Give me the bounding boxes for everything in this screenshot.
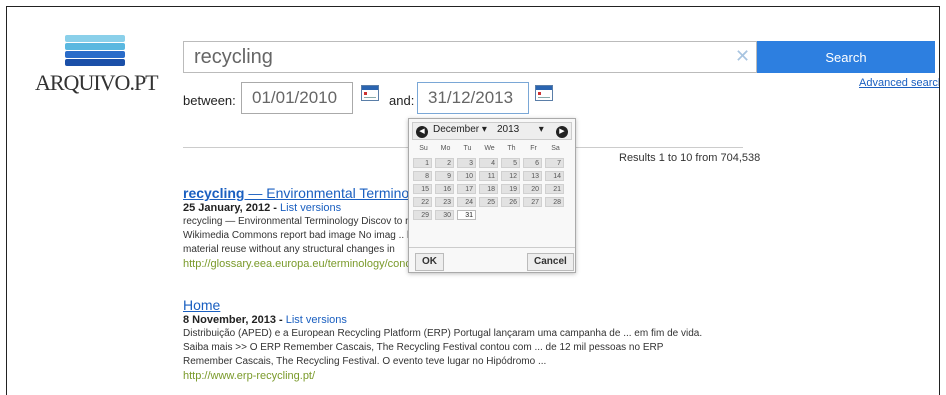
month-select[interactable]: December ▾ (433, 124, 487, 138)
calendar-day[interactable]: 31 (457, 210, 476, 220)
day-of-week-label: Tu (463, 145, 472, 152)
calendar-day: 23 (435, 197, 454, 207)
day-of-week-label: Sa (551, 145, 560, 152)
search-button[interactable]: Search (757, 41, 935, 73)
day-of-week-label: Th (507, 145, 516, 152)
prev-month-icon[interactable]: ◀ (416, 126, 428, 138)
calendar-day: 17 (457, 184, 476, 194)
calendar-day: 20 (523, 184, 542, 194)
calendar-day: 12 (501, 171, 520, 181)
calendar-day: 3 (457, 158, 476, 168)
results-count: Results 1 to 10 from 704,538 (619, 152, 761, 164)
calendar-icon[interactable] (535, 85, 553, 101)
calendar-day: 16 (435, 184, 454, 194)
calendar-day: 15 (413, 184, 432, 194)
calendar-icon[interactable] (361, 85, 379, 101)
page-frame: ARQUIVO.PT recycling ✕ Search Advanced s… (6, 6, 940, 395)
arquivo-logo[interactable]: ARQUIVO.PT (35, 35, 159, 96)
calendar-day: 25 (479, 197, 498, 207)
logo-layer (65, 43, 125, 50)
to-date-input[interactable]: 31/12/2013 (417, 82, 529, 114)
and-label: and: (389, 93, 415, 108)
calendar-day: 11 (479, 171, 498, 181)
advanced-search-link[interactable]: Advanced search (859, 77, 939, 89)
result-title-link[interactable]: Home (183, 297, 763, 313)
calendar-day: 9 (435, 171, 454, 181)
year-select[interactable]: 2013 ▾ (497, 124, 544, 138)
date-picker-footer: OK Cancel (409, 247, 575, 273)
close-icon[interactable]: ✕ (735, 46, 750, 67)
calendar-day: 22 (413, 197, 432, 207)
calendar-day: 21 (545, 184, 564, 194)
calendar-day: 13 (523, 171, 542, 181)
between-label: between: (183, 93, 236, 108)
date-picker-header: ◀ December ▾ 2013 ▾ ▶ (412, 122, 572, 140)
ok-button[interactable]: OK (415, 253, 444, 271)
calendar-day: 14 (545, 171, 564, 181)
day-of-week-label: We (484, 145, 495, 152)
logo-layer (65, 35, 125, 42)
result-date: 8 November, 2013 - List versions (183, 314, 347, 326)
result-url[interactable]: http://www.erp-recycling.pt/ (183, 370, 763, 382)
list-versions-link[interactable]: List versions (280, 202, 341, 214)
calendar-day: 4 (479, 158, 498, 168)
calendar-day: 18 (479, 184, 498, 194)
calendar-day: 30 (435, 210, 454, 220)
calendar-day: 28 (545, 197, 564, 207)
list-versions-link[interactable]: List versions (286, 314, 347, 326)
day-of-week-label: Fr (530, 145, 537, 152)
day-of-week-label: Mo (440, 145, 451, 152)
logo-layer (65, 51, 125, 58)
from-date-input[interactable]: 01/01/2010 (241, 82, 353, 114)
result-snippet: Distribuição (APED) e a European Recycli… (183, 327, 763, 369)
cancel-button[interactable]: Cancel (527, 253, 574, 271)
date-range-row: between: 01/01/2010 and: 31/12/2013 (183, 79, 743, 119)
search-input[interactable]: recycling (183, 41, 757, 73)
day-of-week-label: Su (419, 145, 428, 152)
logo-layer (65, 59, 125, 66)
result-item: Home 8 November, 2013 - List versions Di… (183, 297, 763, 382)
calendar-day: 19 (501, 184, 520, 194)
calendar-day: 6 (523, 158, 542, 168)
calendar-day: 7 (545, 158, 564, 168)
calendar-day: 1 (413, 158, 432, 168)
calendar-day: 24 (457, 197, 476, 207)
calendar-day: 2 (435, 158, 454, 168)
calendar-day: 5 (501, 158, 520, 168)
logo-text: ARQUIVO.PT (35, 70, 159, 95)
calendar-day: 27 (523, 197, 542, 207)
snippet-line: Remember Cascais, The Recycling Festival… (183, 356, 547, 367)
calendar-day: 10 (457, 171, 476, 181)
snippet-line: Distribuição (APED) e a European Recycli… (183, 328, 703, 339)
next-month-icon[interactable]: ▶ (556, 126, 568, 138)
calendar-day: 29 (413, 210, 432, 220)
logo-stack-icon (65, 35, 125, 67)
calendar-day: 8 (413, 171, 432, 181)
snippet-line: Saiba mais >> O ERP Remember Cascais, Th… (183, 342, 664, 353)
calendar-day: 26 (501, 197, 520, 207)
date-picker-popup: ◀ December ▾ 2013 ▾ ▶ Su Mo Tu We Th Fr Sa 1 2 3 4… (408, 118, 576, 273)
